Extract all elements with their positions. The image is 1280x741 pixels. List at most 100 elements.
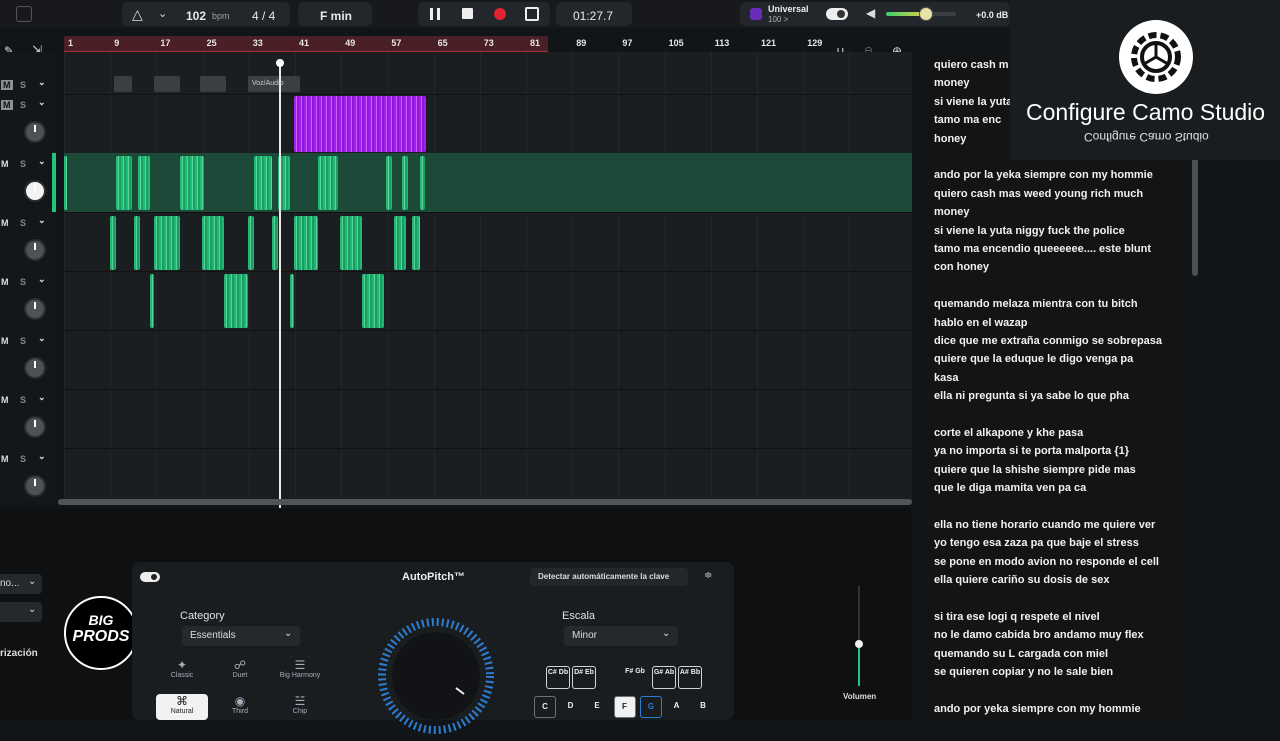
track-lane[interactable] — [64, 94, 912, 154]
lyric-line[interactable]: quemando melaza mientra con tu bitch — [934, 298, 1138, 310]
detect-key-button[interactable]: Detectar automáticamente la clave — [530, 568, 688, 586]
audio-clip[interactable] — [114, 76, 132, 92]
pan-knob[interactable] — [24, 121, 46, 143]
solo-button[interactable]: S — [20, 395, 26, 405]
audio-clip[interactable] — [340, 216, 362, 270]
audio-clip[interactable] — [150, 274, 154, 328]
mute-button[interactable]: M — [1, 336, 9, 346]
lyric-line[interactable]: money — [934, 206, 969, 218]
key-a-button[interactable]: A — [667, 696, 687, 716]
metronome-icon[interactable]: △ — [132, 6, 143, 23]
mute-button[interactable]: M — [1, 277, 9, 287]
lyric-line[interactable]: hablo en el wazap — [934, 317, 1028, 329]
audio-clip[interactable] — [116, 156, 132, 210]
chevron-down-icon[interactable]: ⌄ — [158, 7, 167, 20]
audio-clip[interactable] — [386, 156, 392, 210]
audio-clip[interactable] — [64, 156, 67, 210]
chevron-down-icon[interactable]: ⌄ — [38, 215, 46, 226]
pan-knob[interactable] — [24, 475, 46, 497]
key-sharp-button[interactable]: D# Eb — [572, 666, 596, 689]
solo-button[interactable]: S — [20, 454, 26, 464]
lyric-line[interactable]: ando por la yeka siempre con my hommie — [934, 169, 1153, 181]
volume-fader[interactable] — [844, 586, 874, 686]
lyric-line[interactable]: dice que me extraña conmigo se sobrepasa — [934, 335, 1162, 347]
solo-button[interactable]: S — [20, 100, 26, 110]
camo-notification[interactable]: Configure Camo Studio Configure Camo Stu… — [1010, 0, 1280, 160]
solo-button[interactable]: S — [20, 277, 26, 287]
record-icon[interactable] — [494, 8, 506, 20]
lyric-line[interactable]: tamo ma enc — [934, 114, 1001, 126]
audio-clip[interactable] — [362, 274, 384, 328]
lyric-line[interactable]: si viene la yuta niggy fuck the police — [934, 225, 1125, 237]
solo-button[interactable]: S — [20, 218, 26, 228]
playhead-marker[interactable] — [276, 59, 284, 67]
lyric-line[interactable]: que le diga mamita ven pa ca — [934, 482, 1086, 494]
monitor-toggle[interactable] — [826, 8, 848, 20]
style-classic-button[interactable]: ✦ Classic — [156, 658, 208, 684]
solo-button[interactable]: S — [20, 80, 26, 90]
chevron-down-icon[interactable]: ⌄ — [38, 333, 46, 344]
audio-clip[interactable] — [180, 156, 204, 210]
lyric-line[interactable]: money — [934, 77, 969, 89]
loop-icon[interactable] — [525, 7, 539, 21]
mute-button[interactable]: M — [1, 218, 9, 228]
lyric-line[interactable]: se quieren copiar y no le sale bien — [934, 666, 1113, 678]
timeline-ruler[interactable]: 1 9 17 25 33 41 49 57 65 73 81 89 97 105 113 121 129 — [64, 36, 912, 53]
style-big-harmony-button[interactable]: ☰ Big Harmony — [274, 658, 326, 684]
chevron-down-icon[interactable]: ⌄ — [38, 156, 46, 167]
audio-clip[interactable] — [402, 156, 408, 210]
audio-clip[interactable] — [134, 216, 140, 270]
volume-knob[interactable] — [855, 640, 863, 648]
left-dropdown-1[interactable]: no... ⌄ — [0, 574, 42, 594]
plugin-toggle[interactable] — [140, 572, 160, 582]
audio-clip[interactable] — [394, 216, 406, 270]
grid-icon[interactable] — [16, 6, 32, 22]
mute-button[interactable]: M — [1, 80, 13, 90]
lyric-line[interactable]: si viene la yuta — [934, 96, 1012, 108]
audio-clip[interactable] — [154, 216, 180, 270]
audio-clip[interactable] — [202, 216, 224, 270]
lyric-line[interactable]: si tira ese logi q respete el nivel — [934, 611, 1100, 623]
lyric-line[interactable]: no le damo cabida bro andamo muy flex — [934, 629, 1144, 641]
key-sharp-button[interactable]: A# Bb — [678, 666, 702, 689]
audio-clip[interactable] — [154, 76, 180, 92]
horizontal-scrollbar[interactable] — [58, 499, 912, 505]
pause-icon[interactable] — [430, 8, 440, 20]
track-lane[interactable] — [64, 52, 912, 95]
key-c-button[interactable]: C — [534, 696, 556, 718]
lyric-line[interactable]: ella quiere cariño su dosis de sex — [934, 574, 1109, 586]
time-signature[interactable]: 4 / 4 — [252, 9, 275, 23]
speaker-icon[interactable]: ◀ — [866, 6, 875, 20]
scale-dropdown[interactable]: Minor ⌄ — [564, 626, 678, 646]
key-g-button[interactable]: G — [640, 696, 662, 718]
arrangement-view[interactable]: Voz/Audio — [64, 52, 912, 502]
lyric-line[interactable]: ya no importa si te porta malporta {1} — [934, 445, 1129, 457]
chevron-down-icon[interactable]: ⌄ — [38, 451, 46, 462]
lyric-line[interactable]: quiero cash m — [934, 59, 1009, 71]
audio-clip[interactable] — [318, 156, 338, 210]
audio-clip[interactable] — [420, 156, 425, 210]
mute-button[interactable]: M — [1, 395, 9, 405]
lyrics-scrollbar[interactable] — [1192, 150, 1198, 276]
key-sharp-button[interactable]: G# Ab — [652, 666, 676, 689]
track-lane[interactable] — [64, 389, 912, 449]
track-lane[interactable] — [64, 271, 912, 331]
lyric-line[interactable]: quiere que la eduque le digo venga pa — [934, 353, 1133, 365]
audio-clip[interactable] — [412, 216, 420, 270]
master-volume-slider[interactable] — [886, 7, 956, 21]
playhead[interactable] — [279, 62, 281, 508]
lyric-line[interactable]: ella no tiene horario cuando me quiere v… — [934, 519, 1155, 531]
settings-icon[interactable]: ≑ — [704, 570, 712, 581]
audio-clip[interactable] — [200, 76, 226, 92]
left-dropdown-2[interactable]: ⌄ — [0, 602, 42, 622]
style-third-button[interactable]: ◉ Third — [214, 694, 266, 720]
pan-knob[interactable] — [24, 180, 46, 202]
key-sharp-button[interactable]: F# Gb — [624, 666, 646, 687]
key-f-button[interactable]: F — [613, 696, 636, 718]
chevron-down-icon[interactable]: ⌄ — [38, 274, 46, 285]
lyric-line[interactable]: quemando su L cargada con miel — [934, 648, 1108, 660]
chevron-down-icon[interactable]: ⌄ — [38, 97, 46, 108]
lyric-line[interactable]: con honey — [934, 261, 989, 273]
key-sharp-button[interactable]: C# Db — [546, 666, 570, 689]
lyric-line[interactable]: yo tengo esa zaza pa que baje el stress — [934, 537, 1139, 549]
